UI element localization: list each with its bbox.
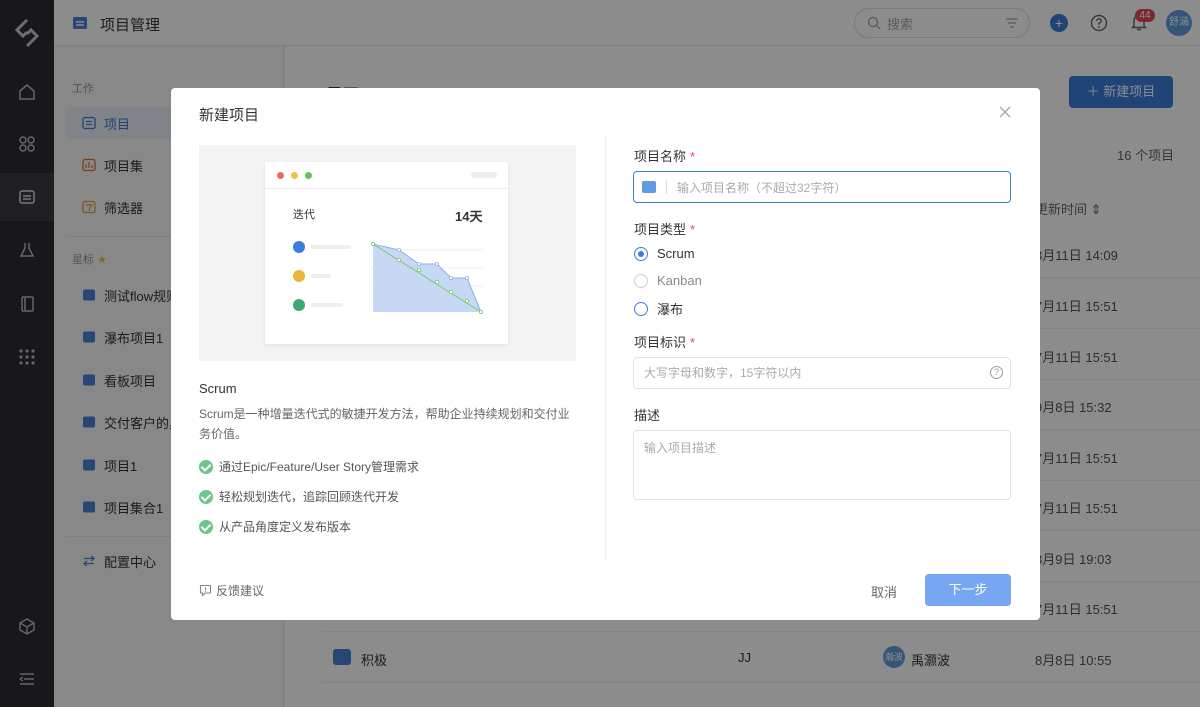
- project-ident-input[interactable]: 大写字母和数字，15字符以内 ?: [633, 357, 1011, 389]
- template-description: Scrum是一种增量迭代式的敏捷开发方法，帮助企业持续规划和交付业务价值。: [199, 407, 570, 441]
- project-type-label: 项目类型 *: [634, 219, 695, 238]
- feedback-icon: [199, 584, 212, 597]
- description-textarea[interactable]: 输入项目描述: [633, 430, 1011, 500]
- divider: [265, 188, 508, 189]
- project-icon-picker[interactable]: [642, 181, 656, 193]
- radio-circle[interactable]: [634, 246, 648, 261]
- radio-waterfall[interactable]: 瀑布: [634, 299, 683, 318]
- required-mark: *: [690, 335, 696, 350]
- description-label: 描述: [634, 408, 661, 423]
- feature-label: 轻松规划迭代，追踪回顾迭代开发: [219, 490, 400, 504]
- project-type-label-text: 项目类型: [634, 222, 687, 237]
- project-name-label-text: 项目名称: [634, 149, 687, 164]
- modal-title: 新建项目: [199, 107, 260, 124]
- preview-legend: [293, 241, 351, 311]
- radio-kanban[interactable]: Kanban: [634, 273, 702, 288]
- feature-item: 轻松规划迭代，追踪回顾迭代开发: [199, 488, 399, 505]
- feedback-label: 反馈建议: [216, 584, 265, 598]
- check-icon: [199, 459, 213, 474]
- window-dot: [291, 172, 298, 179]
- radio-label: Kanban: [657, 273, 702, 288]
- next-button[interactable]: 下一步: [925, 574, 1011, 606]
- project-ident-placeholder: 大写字母和数字，15字符以内: [644, 366, 802, 380]
- new-project-modal: 新建项目 迭代 14天 Scrum Scrum是一种增量迭代式的敏捷开发方法，帮…: [171, 88, 1040, 620]
- project-name-placeholder: 输入项目名称（不超过32字符）: [677, 180, 847, 195]
- window-dot: [305, 172, 312, 179]
- feedback-link[interactable]: 反馈建议: [199, 582, 264, 599]
- preview-days: 14天: [455, 209, 483, 224]
- check-icon: [199, 519, 213, 534]
- radio-label: Scrum: [657, 246, 695, 261]
- cancel-button[interactable]: 取消: [871, 582, 897, 601]
- feature-label: 从产品角度定义发布版本: [219, 520, 352, 534]
- description-placeholder: 输入项目描述: [644, 441, 717, 455]
- required-mark: *: [690, 149, 696, 164]
- project-ident-label: 项目标识 *: [634, 332, 695, 351]
- divider: [605, 136, 606, 560]
- feature-label: 通过Epic/Feature/User Story管理需求: [219, 460, 420, 474]
- radio-circle[interactable]: [634, 301, 648, 316]
- burndown-chart-icon: [371, 242, 483, 314]
- close-icon[interactable]: [997, 104, 1013, 120]
- radio-circle[interactable]: [634, 273, 648, 288]
- required-mark: *: [690, 222, 696, 237]
- radio-scrum[interactable]: Scrum: [634, 246, 695, 261]
- text-cursor: [666, 180, 667, 194]
- preview-bar: [471, 172, 497, 178]
- project-name-label: 项目名称 *: [634, 146, 695, 165]
- check-icon: [199, 489, 213, 504]
- template-preview: 迭代 14天: [199, 145, 576, 361]
- radio-label: 瀑布: [657, 302, 684, 317]
- feature-item: 从产品角度定义发布版本: [199, 518, 351, 535]
- feature-item: 通过Epic/Feature/User Story管理需求: [199, 458, 419, 475]
- window-dot: [277, 172, 284, 179]
- help-icon[interactable]: ?: [990, 366, 1003, 379]
- preview-iteration-label: 迭代: [293, 209, 315, 221]
- project-ident-label-text: 项目标识: [634, 335, 687, 350]
- template-name: Scrum: [199, 381, 237, 396]
- project-name-input[interactable]: 输入项目名称（不超过32字符）: [633, 171, 1011, 203]
- preview-card: 迭代 14天: [265, 162, 508, 344]
